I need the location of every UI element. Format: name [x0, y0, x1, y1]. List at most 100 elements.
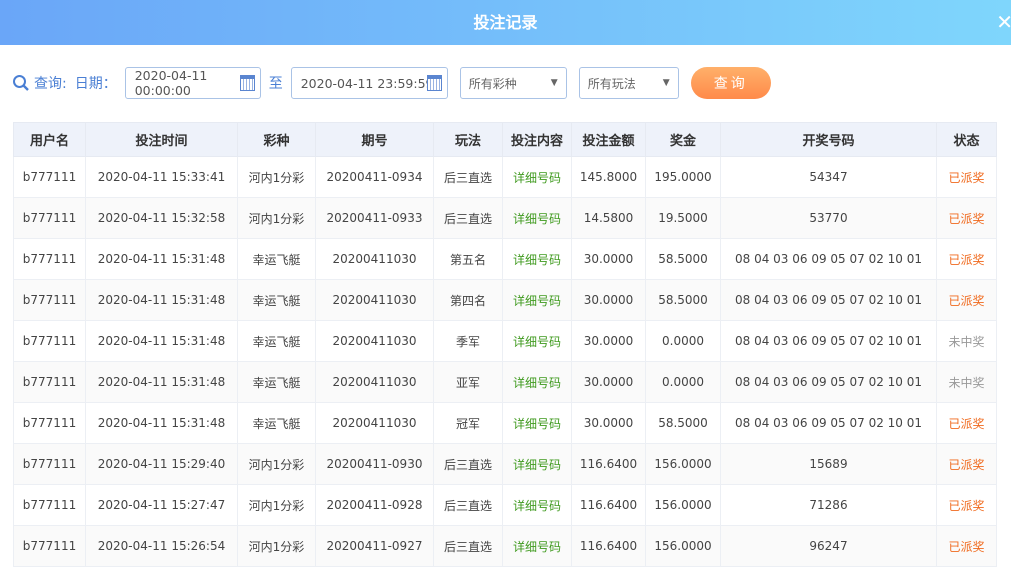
- column-header: 用户名: [13, 122, 86, 157]
- username-cell: b777111: [13, 443, 86, 485]
- table-header-row: 用户名 投注时间 彩种 期号 玩法 投注内容 投注金额 奖金 开奖号码 状态: [13, 122, 997, 157]
- table-row: b777111 2020-04-11 15:31:48 幸运飞艇 2020041103…: [13, 320, 997, 362]
- column-header: 开奖号码: [720, 122, 937, 157]
- column-header: 投注内容: [502, 122, 572, 157]
- table-row: b777111 2020-04-11 15:32:58 河内1分彩 20200411-…: [13, 197, 997, 239]
- detail-link[interactable]: 详细号码: [502, 320, 572, 362]
- status-cell: 未中奖: [936, 320, 997, 362]
- issue-cell: 20200411-0928: [315, 484, 434, 526]
- play-select[interactable]: 所有玩法 ▼: [578, 67, 679, 99]
- lottery-cell: 幸运飞艇: [237, 238, 316, 280]
- amount-cell: 30.0000: [571, 279, 646, 321]
- detail-link[interactable]: 详细号码: [502, 156, 572, 198]
- column-header: 投注金额: [571, 122, 646, 157]
- close-icon[interactable]: ✕: [996, 0, 1011, 45]
- issue-cell: 20200411-0934: [315, 156, 434, 198]
- username-cell: b777111: [13, 156, 86, 198]
- lottery-select-value: 所有彩种: [468, 76, 517, 91]
- bet-time-cell: 2020-04-11 15:31:48: [85, 320, 238, 362]
- prize-cell: 0.0000: [645, 361, 721, 403]
- table-row: b777111 2020-04-11 15:31:48 幸运飞艇 2020041103…: [13, 361, 997, 403]
- play-cell: 亚军: [433, 361, 503, 403]
- username-cell: b777111: [13, 238, 86, 280]
- play-cell: 后三直选: [433, 156, 503, 198]
- draw-number-cell: 54347: [720, 156, 937, 198]
- table-row: b777111 2020-04-11 15:31:48 幸运飞艇 2020041103…: [13, 279, 997, 321]
- dropdown-arrow-icon: ▼: [662, 78, 670, 88]
- detail-link[interactable]: 详细号码: [502, 443, 572, 485]
- table-row: b777111 2020-04-11 15:33:41 河内1分彩 20200411-…: [13, 156, 997, 198]
- play-cell: 后三直选: [433, 525, 503, 567]
- table-row: b777111 2020-04-11 15:29:40 河内1分彩 20200411-…: [13, 443, 997, 485]
- search-icon: [13, 75, 29, 91]
- amount-cell: 30.0000: [571, 320, 646, 362]
- prize-cell: 156.0000: [645, 443, 721, 485]
- detail-link[interactable]: 详细号码: [502, 279, 572, 321]
- end-date-input[interactable]: 2020-04-11 23:59:59: [290, 67, 448, 99]
- issue-cell: 20200411-0927: [315, 525, 434, 567]
- status-cell: 已派奖: [936, 484, 997, 526]
- lottery-cell: 河内1分彩: [237, 156, 316, 198]
- draw-number-cell: 15689: [720, 443, 937, 485]
- prize-cell: 156.0000: [645, 484, 721, 526]
- detail-link[interactable]: 详细号码: [502, 238, 572, 280]
- status-cell: 已派奖: [936, 156, 997, 198]
- username-cell: b777111: [13, 525, 86, 567]
- play-select-value: 所有玩法: [587, 76, 636, 91]
- amount-cell: 116.6400: [571, 525, 646, 567]
- lottery-cell: 幸运飞艇: [237, 361, 316, 403]
- bet-time-cell: 2020-04-11 15:31:48: [85, 361, 238, 403]
- lottery-cell: 河内1分彩: [237, 525, 316, 567]
- detail-link[interactable]: 详细号码: [502, 525, 572, 567]
- play-cell: 第五名: [433, 238, 503, 280]
- search-button[interactable]: 查询: [690, 67, 771, 99]
- bet-time-cell: 2020-04-11 15:26:54: [85, 525, 238, 567]
- bet-time-cell: 2020-04-11 15:29:40: [85, 443, 238, 485]
- prize-cell: 19.5000: [645, 197, 721, 239]
- draw-number-cell: 08 04 03 06 09 05 07 02 10 01: [720, 402, 937, 444]
- date-label: 日期：: [74, 76, 117, 92]
- draw-number-cell: 08 04 03 06 09 05 07 02 10 01: [720, 238, 937, 280]
- calendar-icon[interactable]: [239, 75, 255, 91]
- status-cell: 已派奖: [936, 525, 997, 567]
- draw-number-cell: 08 04 03 06 09 05 07 02 10 01: [720, 279, 937, 321]
- lottery-cell: 幸运飞艇: [237, 402, 316, 444]
- lottery-select[interactable]: 所有彩种 ▼: [459, 67, 567, 99]
- table-row: b777111 2020-04-11 15:26:54 河内1分彩 20200411-…: [13, 525, 997, 567]
- bet-time-cell: 2020-04-11 15:31:48: [85, 238, 238, 280]
- start-date-input[interactable]: 2020-04-11 00:00:00: [124, 67, 261, 99]
- status-cell: 已派奖: [936, 238, 997, 280]
- username-cell: b777111: [13, 484, 86, 526]
- username-cell: b777111: [13, 197, 86, 239]
- issue-cell: 20200411030: [315, 402, 434, 444]
- detail-link[interactable]: 详细号码: [502, 361, 572, 403]
- dialog-title: 投注记录: [473, 13, 538, 32]
- calendar-icon[interactable]: [426, 75, 442, 91]
- issue-cell: 20200411-0933: [315, 197, 434, 239]
- detail-link[interactable]: 详细号码: [502, 197, 572, 239]
- status-cell: 未中奖: [936, 361, 997, 403]
- lottery-cell: 幸运飞艇: [237, 320, 316, 362]
- bet-records-table: 用户名 投注时间 彩种 期号 玩法 投注内容 投注金额 奖金 开奖号码 状态 b777111 202…: [13, 122, 997, 567]
- play-cell: 第四名: [433, 279, 503, 321]
- amount-cell: 30.0000: [571, 238, 646, 280]
- detail-link[interactable]: 详细号码: [502, 402, 572, 444]
- play-cell: 后三直选: [433, 443, 503, 485]
- table-row: b777111 2020-04-11 15:31:48 幸运飞艇 2020041103…: [13, 238, 997, 280]
- lottery-cell: 河内1分彩: [237, 443, 316, 485]
- draw-number-cell: 53770: [720, 197, 937, 239]
- issue-cell: 20200411-0930: [315, 443, 434, 485]
- bet-time-cell: 2020-04-11 15:27:47: [85, 484, 238, 526]
- issue-cell: 20200411030: [315, 238, 434, 280]
- query-label: 查询:: [34, 76, 67, 92]
- to-label: 至: [268, 76, 283, 92]
- column-header: 状态: [936, 122, 997, 157]
- detail-link[interactable]: 详细号码: [502, 484, 572, 526]
- prize-cell: 58.5000: [645, 279, 721, 321]
- prize-cell: 58.5000: [645, 238, 721, 280]
- username-cell: b777111: [13, 279, 86, 321]
- draw-number-cell: 08 04 03 06 09 05 07 02 10 01: [720, 320, 937, 362]
- bet-time-cell: 2020-04-11 15:31:48: [85, 279, 238, 321]
- status-cell: 已派奖: [936, 402, 997, 444]
- column-header: 期号: [315, 122, 434, 157]
